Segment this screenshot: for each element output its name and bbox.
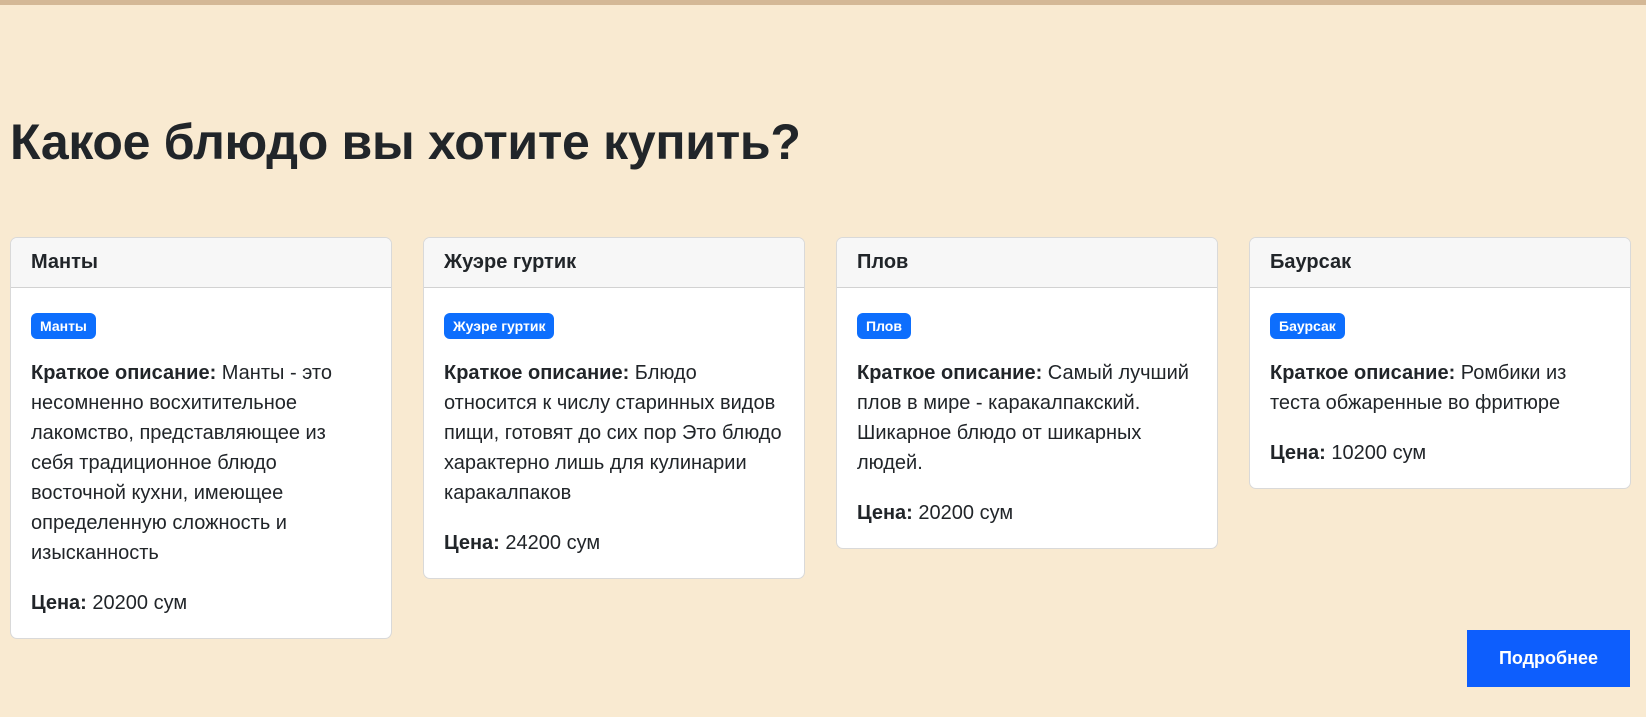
card-title: Баурсак (1250, 238, 1630, 288)
card-price: Цена: 10200 сум (1270, 438, 1610, 468)
page-title: Какое блюдо вы хотите купить? (10, 114, 801, 170)
dish-card-list: Манты Манты Краткое описание: Манты - эт… (10, 237, 1631, 639)
card-body: Жуэре гуртик Краткое описание: Блюдо отн… (424, 288, 804, 578)
description-label: Краткое описание: (444, 362, 630, 384)
more-details-button[interactable]: Подробнее (1467, 630, 1630, 687)
price-label: Цена: (857, 502, 913, 524)
price-value: 10200 сум (1331, 442, 1427, 464)
description-text: Манты - это несомненно восхитительное ла… (31, 362, 332, 564)
card-title: Жуэре гуртик (424, 238, 804, 288)
description-label: Краткое описание: (31, 362, 217, 384)
card-price: Цена: 24200 сум (444, 528, 784, 558)
dish-card-plov: Плов Плов Краткое описание: Самый лучший… (836, 237, 1218, 549)
description-label: Краткое описание: (857, 362, 1043, 384)
price-value: 20200 сум (918, 502, 1014, 524)
card-body: Манты Краткое описание: Манты - это несо… (11, 288, 391, 638)
description-label: Краткое описание: (1270, 362, 1456, 384)
dish-badge: Баурсак (1270, 313, 1345, 339)
card-description: Краткое описание: Ромбики из теста обжар… (1270, 358, 1610, 418)
dish-badge: Манты (31, 313, 96, 339)
card-body: Плов Краткое описание: Самый лучший плов… (837, 288, 1217, 548)
card-description: Краткое описание: Самый лучший плов в ми… (857, 358, 1197, 478)
card-body: Баурсак Краткое описание: Ромбики из тес… (1250, 288, 1630, 488)
card-description: Краткое описание: Манты - это несомненно… (31, 358, 371, 568)
card-price: Цена: 20200 сум (857, 498, 1197, 528)
price-label: Цена: (31, 592, 87, 614)
dish-card-manty: Манты Манты Краткое описание: Манты - эт… (10, 237, 392, 639)
price-label: Цена: (1270, 442, 1326, 464)
card-title: Плов (837, 238, 1217, 288)
dish-badge: Плов (857, 313, 911, 339)
price-label: Цена: (444, 532, 500, 554)
top-border (0, 0, 1646, 5)
dish-card-zhuere-gurtik: Жуэре гуртик Жуэре гуртик Краткое описан… (423, 237, 805, 579)
card-price: Цена: 20200 сум (31, 588, 371, 618)
card-description: Краткое описание: Блюдо относится к числ… (444, 358, 784, 508)
price-value: 24200 сум (505, 532, 601, 554)
dish-badge: Жуэре гуртик (444, 313, 555, 339)
price-value: 20200 сум (92, 592, 188, 614)
dish-card-baursak: Баурсак Баурсак Краткое описание: Ромбик… (1249, 237, 1631, 489)
card-title: Манты (11, 238, 391, 288)
